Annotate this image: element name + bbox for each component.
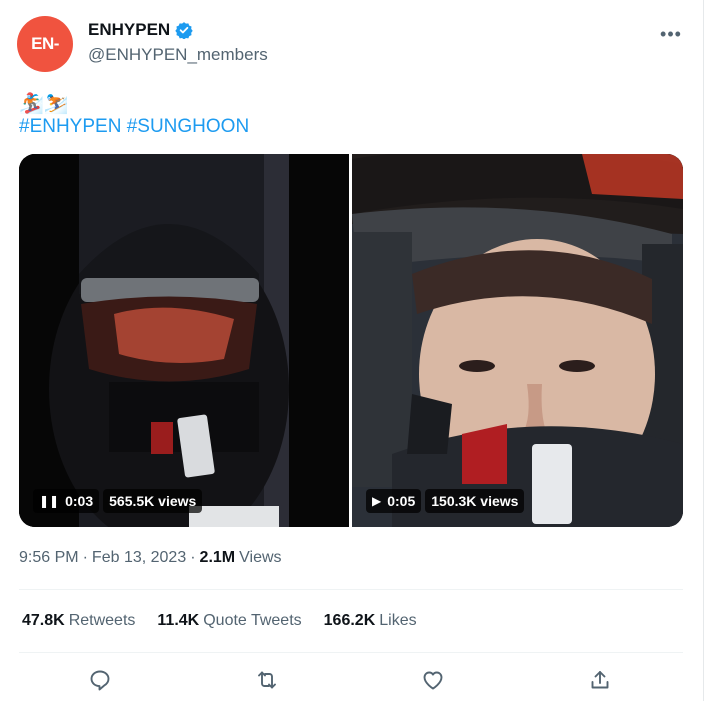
- verified-badge-icon: [175, 22, 193, 39]
- tweet-header: EN- ENHYPEN @ENHYPEN_members •••: [17, 14, 687, 72]
- avatar[interactable]: EN-: [17, 16, 73, 72]
- hashtag-enhypen[interactable]: #ENHYPEN: [19, 116, 121, 137]
- retweets-count: 47.8K: [22, 612, 65, 629]
- meta-separator-2: ·: [190, 549, 196, 566]
- share-button[interactable]: [586, 666, 614, 694]
- pause-icon[interactable]: ❚❚: [39, 494, 59, 508]
- more-options-icon[interactable]: •••: [659, 22, 683, 46]
- tweet-emoji: 🏂⛷️: [19, 93, 69, 115]
- quote-tweets-stat[interactable]: 11.4K Quote Tweets: [157, 612, 301, 630]
- tweet-hashtags: #ENHYPEN #SUNGHOON: [19, 116, 249, 138]
- media-grid: ❚❚ 0:03 565.5K views ▶ 0:05 150.3K views: [19, 154, 683, 527]
- video-overlay-2: ▶ 0:05 150.3K views: [366, 489, 525, 513]
- tweet-time[interactable]: 9:56 PM: [19, 549, 79, 567]
- retweet-icon: [258, 671, 276, 689]
- play-icon[interactable]: ▶: [372, 494, 381, 508]
- video-thumbnail-2: [352, 154, 683, 527]
- video-views-2: 150.3K views: [431, 493, 519, 509]
- reply-button[interactable]: [86, 666, 114, 694]
- video-views-pill-2: 150.3K views: [425, 489, 525, 513]
- reply-icon: [90, 670, 110, 691]
- author-names: ENHYPEN @ENHYPEN_members: [88, 20, 268, 65]
- tweet-timestamp-row: 9:56 PM · Feb 13, 2023 · 2.1M Views: [19, 549, 282, 567]
- video-status-pill-1: ❚❚ 0:03: [33, 489, 100, 513]
- divider-top: [19, 589, 683, 590]
- video-views-1: 565.5K views: [109, 493, 197, 509]
- video-player-2[interactable]: ▶ 0:05 150.3K views: [352, 154, 683, 527]
- display-name[interactable]: ENHYPEN: [88, 20, 170, 40]
- like-button[interactable]: [419, 666, 447, 694]
- quote-tweets-label: Quote Tweets: [203, 612, 302, 629]
- content-border: [703, 0, 704, 701]
- likes-stat[interactable]: 166.2K Likes: [324, 612, 417, 630]
- display-name-row: ENHYPEN: [88, 20, 268, 40]
- author-handle[interactable]: @ENHYPEN_members: [88, 45, 268, 65]
- meta-separator: ·: [82, 549, 88, 566]
- video-duration-1: 0:03: [65, 493, 94, 509]
- retweets-label: Retweets: [68, 612, 136, 629]
- engagement-stats: 47.8K Retweets 11.4K Quote Tweets 166.2K…: [22, 612, 417, 630]
- tweet-actions: [19, 662, 683, 698]
- tweet-date[interactable]: Feb 13, 2023: [92, 549, 186, 567]
- video-duration-2: 0:05: [387, 493, 416, 509]
- tweet-views-label: Views: [239, 549, 282, 566]
- like-icon: [423, 671, 443, 690]
- retweets-stat[interactable]: 47.8K Retweets: [22, 612, 135, 630]
- video-thumbnail-1: [19, 154, 349, 527]
- video-overlay-1: ❚❚ 0:03 565.5K views: [33, 489, 203, 513]
- likes-label: Likes: [379, 612, 417, 629]
- video-views-pill-1: 565.5K views: [103, 489, 203, 513]
- hashtag-sunghoon[interactable]: #SUNGHOON: [127, 116, 249, 137]
- video-status-pill-2: ▶ 0:05: [366, 489, 422, 513]
- retweet-button[interactable]: [253, 666, 281, 694]
- tweet-views-count: 2.1M: [199, 549, 236, 566]
- likes-count: 166.2K: [323, 612, 376, 629]
- share-icon: [591, 671, 609, 689]
- video-player-1[interactable]: ❚❚ 0:03 565.5K views: [19, 154, 349, 527]
- avatar-logo: EN-: [31, 34, 59, 53]
- divider-bottom: [19, 652, 683, 653]
- quote-tweets-count: 11.4K: [157, 612, 200, 629]
